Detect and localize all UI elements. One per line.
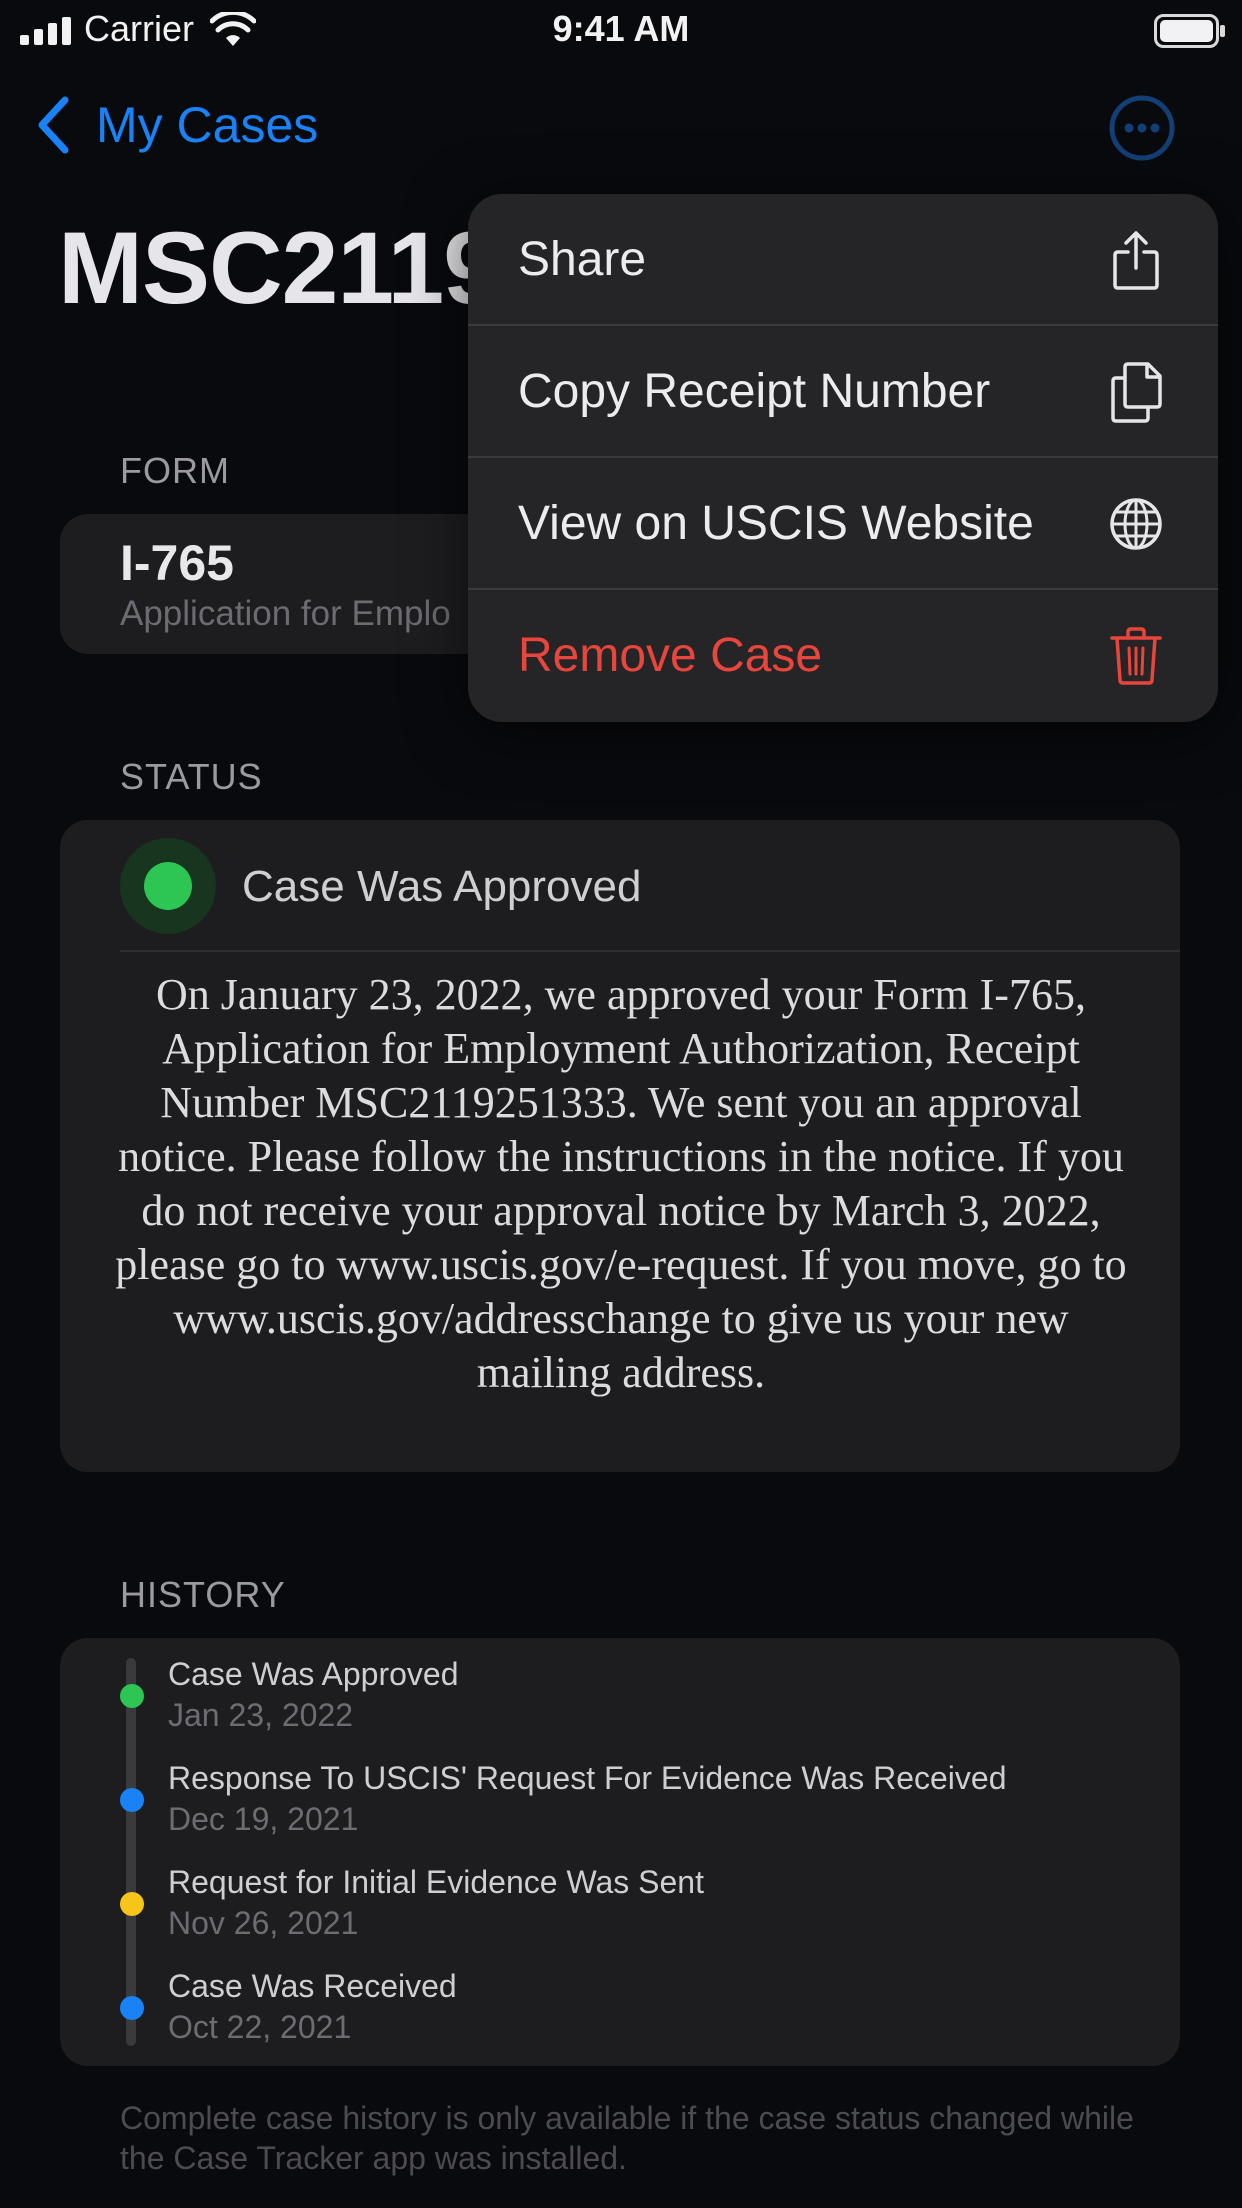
menu-item-label: Remove Case: [518, 629, 823, 682]
footer-note: Complete case history is only available …: [120, 2100, 1134, 2176]
menu-item-view-website[interactable]: View on USCIS Website: [468, 458, 1218, 589]
menu-item-copy-receipt[interactable]: Copy Receipt Number: [468, 326, 1218, 457]
history-event-date: Oct 22, 2021: [168, 2009, 352, 2045]
battery-icon: [1154, 14, 1225, 48]
trash-icon: [1110, 626, 1162, 685]
divider: [120, 950, 1180, 952]
chevron-left-icon: [38, 96, 69, 154]
menu-item-share[interactable]: Share: [468, 194, 1218, 325]
clock: 9:41 AM: [552, 8, 690, 49]
form-section-label: FORM: [120, 450, 230, 491]
context-menu: Share Copy Receipt Number View on USCIS …: [468, 194, 1218, 722]
history-event-title: Case Was Received: [168, 1968, 457, 2004]
history-event-date: Nov 26, 2021: [168, 1905, 359, 1941]
timeline-dot: [120, 1788, 144, 1812]
history-section-label: HISTORY: [120, 1574, 286, 1615]
globe-icon: [1110, 497, 1162, 550]
history-event-date: Dec 19, 2021: [168, 1801, 359, 1837]
timeline-dot: [120, 1684, 144, 1708]
status-description: On January 23, 2022, we approved your Fo…: [115, 970, 1127, 1397]
back-button-label: My Cases: [96, 97, 319, 153]
copy-icon: [1111, 361, 1162, 423]
menu-item-label: Share: [518, 233, 647, 286]
form-description: Application for Emplo: [120, 594, 451, 633]
more-options-icon[interactable]: [1108, 94, 1176, 162]
timeline-line: [126, 1658, 136, 2046]
form-number: I-765: [120, 535, 234, 591]
menu-item-label: Copy Receipt Number: [518, 365, 991, 418]
timeline-dot: [120, 1996, 144, 2020]
share-icon: [1113, 230, 1159, 290]
history-event-title: Response To USCIS' Request For Evidence …: [168, 1760, 1007, 1796]
back-button[interactable]: My Cases: [36, 92, 318, 158]
status-bar: Carrier 9:41 AM: [0, 0, 1242, 62]
menu-item-remove-case[interactable]: Remove Case: [468, 590, 1218, 721]
status-section-label: STATUS: [120, 756, 263, 797]
status-title: Case Was Approved: [242, 862, 642, 911]
page-title: MSC2119: [58, 211, 500, 325]
history-event-title: Request for Initial Evidence Was Sent: [168, 1864, 704, 1900]
menu-item-label: View on USCIS Website: [518, 497, 1034, 550]
history-event-title: Case Was Approved: [168, 1656, 459, 1692]
timeline-dot: [120, 1892, 144, 1916]
status-indicator-dot: [144, 862, 192, 910]
history-event-date: Jan 23, 2022: [168, 1697, 354, 1733]
